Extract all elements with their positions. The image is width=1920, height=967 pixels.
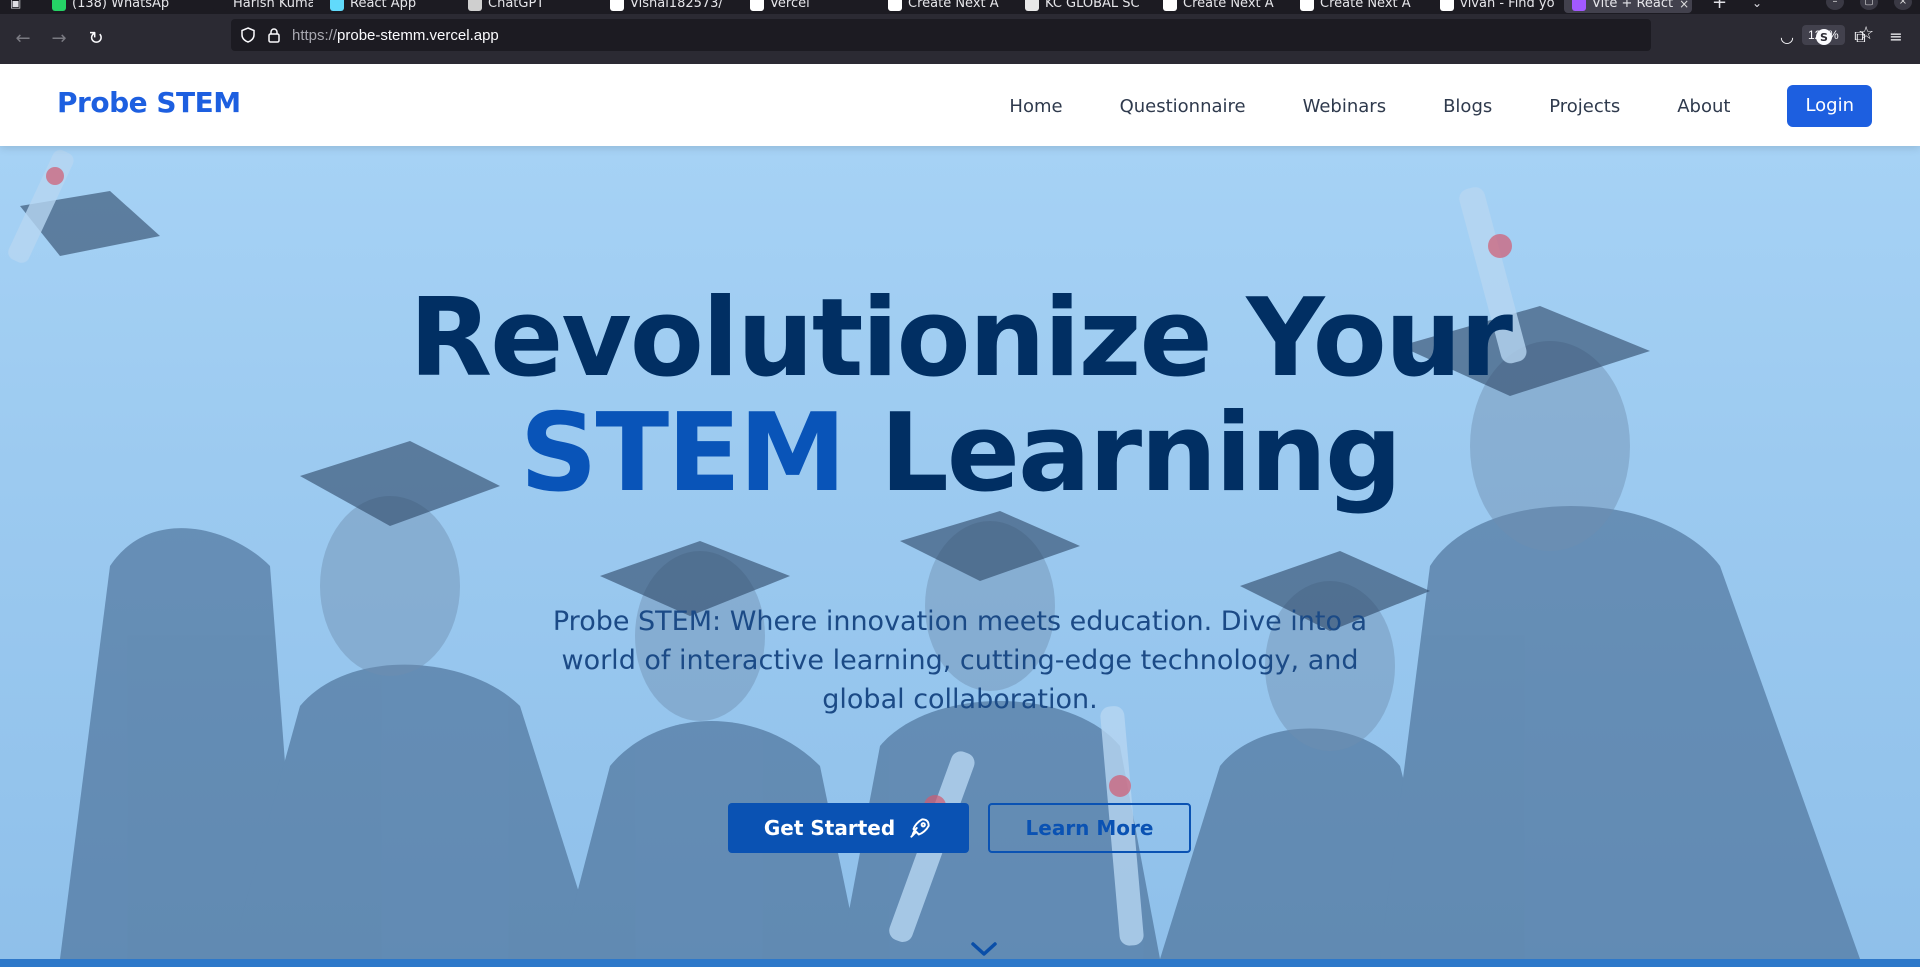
back-icon[interactable]: ← <box>12 28 34 50</box>
site-logo[interactable]: Probe STEM <box>57 86 241 119</box>
close-tab-icon[interactable]: × <box>1679 0 1689 11</box>
lock-icon[interactable] <box>266 27 282 43</box>
vercel-icon <box>1300 0 1314 11</box>
url-text[interactable]: https://probe-stemm.vercel.app <box>292 27 499 44</box>
list-tabs-icon[interactable]: ⌄ <box>1752 0 1762 12</box>
hero-title-rest: Learning <box>844 391 1402 516</box>
browser-tab-label: Harish Kumar <box>233 0 313 11</box>
browser-tab[interactable]: KC GLOBAL SC <box>1017 0 1147 13</box>
svg-text:S: S <box>1820 31 1828 44</box>
browser-tab-label: (138) WhatsAp <box>72 0 170 11</box>
browser-tab-label: vivan - Find yo <box>1460 0 1554 11</box>
hero-title-line-1: Revolutionize Your <box>408 276 1513 401</box>
doc-icon <box>1025 0 1039 11</box>
browser-tab-label: ChatGPT <box>488 0 545 11</box>
site-navbar: Probe STEM Home Questionnaire Webinars B… <box>0 64 1920 146</box>
nav-projects[interactable]: Projects <box>1549 96 1620 117</box>
nav-webinars[interactable]: Webinars <box>1303 96 1386 117</box>
firefox-view-icon[interactable]: ▣ <box>10 0 21 12</box>
browser-toolbar: ← → ↻ https://probe-stemm.vercel.app 120… <box>0 14 1920 64</box>
nav-home[interactable]: Home <box>1009 96 1062 117</box>
blank-icon <box>213 0 227 11</box>
hero-section: Revolutionize Your STEM Learning Probe S… <box>0 146 1920 959</box>
github-icon <box>610 0 624 11</box>
browser-tab[interactable]: Create Next A <box>880 0 1008 13</box>
browser-tab-label: Vite + React <box>1592 0 1674 11</box>
whatsapp-icon <box>52 0 66 11</box>
login-button[interactable]: Login <box>1787 85 1872 127</box>
browser-tab[interactable]: Vite + React × <box>1564 0 1692 13</box>
scroll-down-chevron-icon[interactable] <box>969 939 999 959</box>
hero-title-accent: STEM <box>519 391 847 516</box>
browser-tab[interactable]: Vercel <box>742 0 872 13</box>
vercel-icon <box>1163 0 1177 11</box>
browser-tab-label: React App <box>350 0 417 11</box>
hero-bottom-strip <box>0 959 1920 967</box>
browser-tab-label: Create Next A <box>908 0 999 11</box>
account-avatar-icon[interactable]: S <box>1813 26 1835 48</box>
react-icon <box>330 0 344 11</box>
browser-tab-label: Vercel <box>770 0 810 11</box>
pocket-icon[interactable]: ◡ <box>1776 26 1798 48</box>
url-bar[interactable]: https://probe-stemm.vercel.app 120% ☆ <box>231 19 1874 51</box>
new-tab-button[interactable]: + <box>1712 0 1727 12</box>
vite-icon <box>1572 0 1586 11</box>
maximize-icon[interactable]: ▢ <box>1860 0 1878 10</box>
url-protocol: https:// <box>292 27 338 44</box>
nav-questionnaire[interactable]: Questionnaire <box>1120 96 1246 117</box>
browser-tab[interactable]: ChatGPT <box>460 0 592 13</box>
extensions-icon[interactable]: ⧉ <box>1849 26 1871 48</box>
minimize-icon[interactable]: – <box>1826 0 1844 10</box>
browser-tab[interactable]: Harish Kumar <box>205 0 313 13</box>
chatgpt-icon <box>468 0 482 11</box>
browser-tab[interactable]: (138) WhatsAp <box>44 0 196 13</box>
nav-links: Home Questionnaire Webinars Blogs Projec… <box>1009 85 1872 127</box>
learn-more-button[interactable]: Learn More <box>988 803 1191 853</box>
browser-tab[interactable]: Create Next A <box>1155 0 1285 13</box>
hero-subtitle: Probe STEM: Where innovation meets educa… <box>552 606 1368 715</box>
browser-tab-label: KC GLOBAL SC <box>1045 0 1140 11</box>
forward-icon[interactable]: → <box>48 28 70 50</box>
browser-tab-label: Vishal182573/ <box>630 0 723 11</box>
browser-tab-strip: ▣ (138) WhatsAp Harish Kumar React App Chat… <box>0 0 1920 14</box>
close-window-icon[interactable]: × <box>1894 0 1912 10</box>
rocket-icon <box>910 818 930 838</box>
reload-icon[interactable]: ↻ <box>85 28 107 50</box>
get-started-label: Get Started <box>763 816 896 840</box>
menu-icon[interactable]: ≡ <box>1885 26 1907 48</box>
nav-blogs[interactable]: Blogs <box>1443 96 1492 117</box>
web-page: Probe STEM Home Questionnaire Webinars B… <box>0 64 1920 967</box>
nav-about[interactable]: About <box>1677 96 1730 117</box>
tracking-shield-icon[interactable] <box>240 27 256 43</box>
browser-tab[interactable]: vivan - Find yo <box>1432 0 1554 13</box>
browser-tab-label: Create Next A <box>1183 0 1274 11</box>
vercel-icon <box>888 0 902 11</box>
vercel-icon <box>1440 0 1454 11</box>
browser-tab[interactable]: Create Next A <box>1292 0 1422 13</box>
browser-tab[interactable]: Vishal182573/ <box>602 0 734 13</box>
browser-tab-label: Create Next A <box>1320 0 1411 11</box>
browser-tab[interactable]: React App <box>322 0 452 13</box>
url-host: probe-stemm.vercel.app <box>337 27 499 44</box>
vercel-icon <box>750 0 764 11</box>
get-started-button[interactable]: Get Started <box>728 803 969 853</box>
hero-title-line-2: STEM Learning <box>0 391 1920 516</box>
